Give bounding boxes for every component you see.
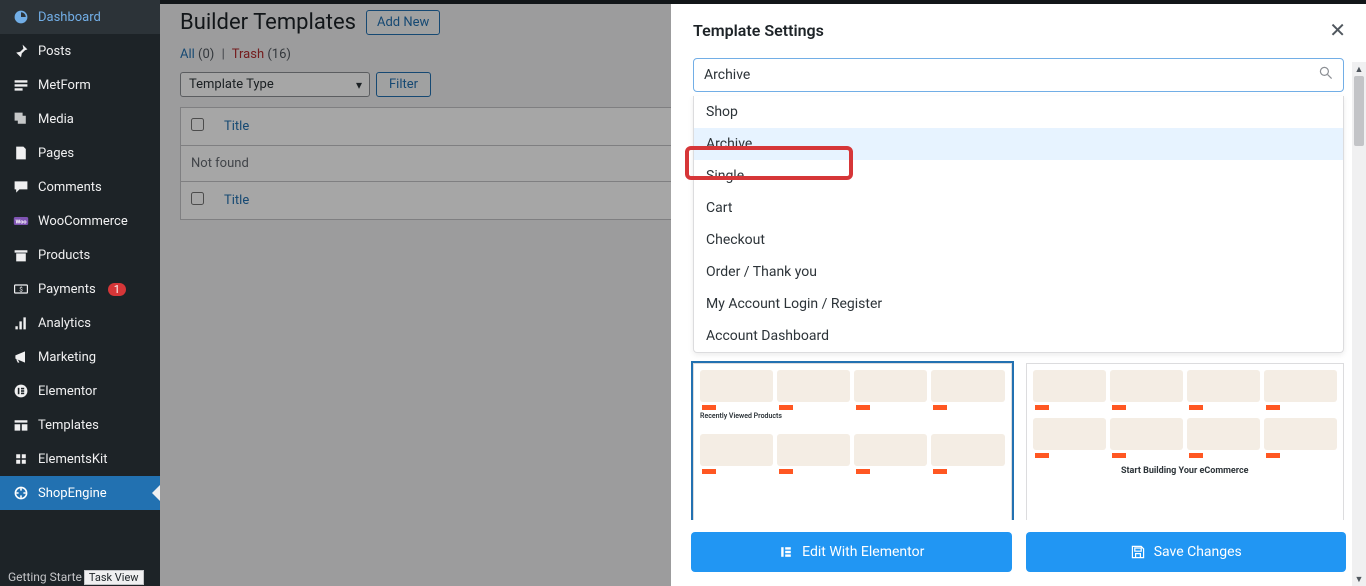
analytics-icon [12, 314, 30, 332]
admin-sidebar: Dashboard Posts MetForm Media Pages Comm… [0, 0, 160, 586]
template-settings-panel: Template Settings ✕ Shop Archive Single … [671, 4, 1366, 586]
sidebar-item-templates[interactable]: Templates [0, 408, 160, 442]
type-search-input[interactable] [693, 58, 1344, 92]
template-card-2[interactable]: Start Building Your eCommerce [1026, 363, 1345, 520]
type-dropdown: Shop Archive Single Cart Checkout Order … [693, 96, 1344, 353]
sidebar-item-elementskit[interactable]: ElementsKit [0, 442, 160, 476]
marketing-icon [12, 348, 30, 366]
getting-started[interactable]: Getting StarteTask View [0, 568, 160, 586]
option-cart[interactable]: Cart [694, 192, 1343, 224]
option-order-thankyou[interactable]: Order / Thank you [694, 256, 1343, 288]
sidebar-label: WooCommerce [38, 214, 128, 229]
close-button[interactable]: ✕ [1329, 18, 1346, 42]
panel-footer: Edit With Elementor Save Changes [671, 520, 1366, 586]
panel-title: Template Settings [693, 21, 824, 40]
sidebar-item-payments[interactable]: $ Payments 1 [0, 272, 160, 306]
option-account-login[interactable]: My Account Login / Register [694, 288, 1343, 320]
sidebar-item-dashboard[interactable]: Dashboard [0, 0, 160, 34]
task-view-tag: Task View [84, 570, 144, 585]
sidebar-item-woocommerce[interactable]: Woo WooCommerce [0, 204, 160, 238]
sidebar-item-analytics[interactable]: Analytics [0, 306, 160, 340]
preview-text2: Start Building Your eCommerce [1027, 456, 1344, 480]
comments-icon [12, 178, 30, 196]
woo-icon: Woo [12, 212, 30, 230]
elementskit-icon [12, 450, 30, 468]
option-archive[interactable]: Archive [694, 128, 1343, 160]
sidebar-label: ElementsKit [38, 452, 107, 467]
sidebar-label: ShopEngine [38, 486, 107, 501]
sidebar-item-shopengine[interactable]: ShopEngine [0, 476, 160, 510]
sidebar-label: Comments [38, 180, 102, 195]
sidebar-label: Templates [38, 418, 99, 433]
sidebar-item-elementor[interactable]: Elementor [0, 374, 160, 408]
sidebar-item-media[interactable]: Media [0, 102, 160, 136]
media-icon [12, 110, 30, 128]
metform-icon [12, 76, 30, 94]
sidebar-item-metform[interactable]: MetForm [0, 68, 160, 102]
sidebar-label: Payments [38, 282, 96, 297]
sidebar-label: Dashboard [38, 10, 101, 25]
sidebar-item-comments[interactable]: Comments [0, 170, 160, 204]
elementor-edit-icon [778, 544, 794, 560]
scroll-down-icon[interactable]: ▼ [1352, 572, 1366, 586]
sidebar-item-products[interactable]: Products [0, 238, 160, 272]
sidebar-item-pages[interactable]: Pages [0, 136, 160, 170]
pin-icon [12, 42, 30, 60]
save-icon [1130, 544, 1146, 560]
sidebar-label: Posts [38, 44, 71, 59]
option-single[interactable]: Single [694, 160, 1343, 192]
panel-body: Shop Archive Single Cart Checkout Order … [671, 52, 1366, 520]
type-search-wrap [693, 58, 1344, 92]
svg-text:$: $ [19, 285, 23, 293]
sidebar-label: MetForm [38, 78, 91, 93]
search-icon [1318, 65, 1334, 85]
sidebar-label: Pages [38, 146, 74, 161]
dashboard-icon [12, 8, 30, 26]
option-shop[interactable]: Shop [694, 96, 1343, 128]
products-icon [12, 246, 30, 264]
preview-text: Recently Viewed Products [694, 408, 1011, 424]
shopengine-icon [12, 484, 30, 502]
panel-header: Template Settings ✕ [671, 4, 1366, 52]
option-account-dashboard[interactable]: Account Dashboard [694, 320, 1343, 352]
elementor-icon [12, 382, 30, 400]
scroll-up-icon[interactable]: ▲ [1352, 62, 1366, 76]
templates-icon [12, 416, 30, 434]
payments-badge: 1 [108, 283, 126, 296]
sidebar-label: Analytics [38, 316, 91, 331]
svg-text:Woo: Woo [15, 219, 26, 225]
sidebar-item-marketing[interactable]: Marketing [0, 340, 160, 374]
save-changes-button[interactable]: Save Changes [1026, 532, 1347, 572]
scrollbar-thumb[interactable] [1354, 76, 1364, 146]
payments-icon: $ [12, 280, 30, 298]
pages-icon [12, 144, 30, 162]
template-card-1[interactable]: Recently Viewed Products [693, 363, 1012, 520]
sidebar-item-posts[interactable]: Posts [0, 34, 160, 68]
sidebar-label: Products [38, 248, 90, 263]
template-previews: Recently Viewed Products Start Building … [691, 363, 1346, 520]
close-icon: ✕ [1329, 18, 1346, 42]
edit-with-elementor-button[interactable]: Edit With Elementor [691, 532, 1012, 572]
sidebar-label: Elementor [38, 384, 97, 399]
panel-scrollbar[interactable]: ▲ ▼ [1352, 62, 1366, 586]
option-checkout[interactable]: Checkout [694, 224, 1343, 256]
sidebar-label: Marketing [38, 350, 96, 365]
sidebar-label: Media [38, 112, 74, 127]
